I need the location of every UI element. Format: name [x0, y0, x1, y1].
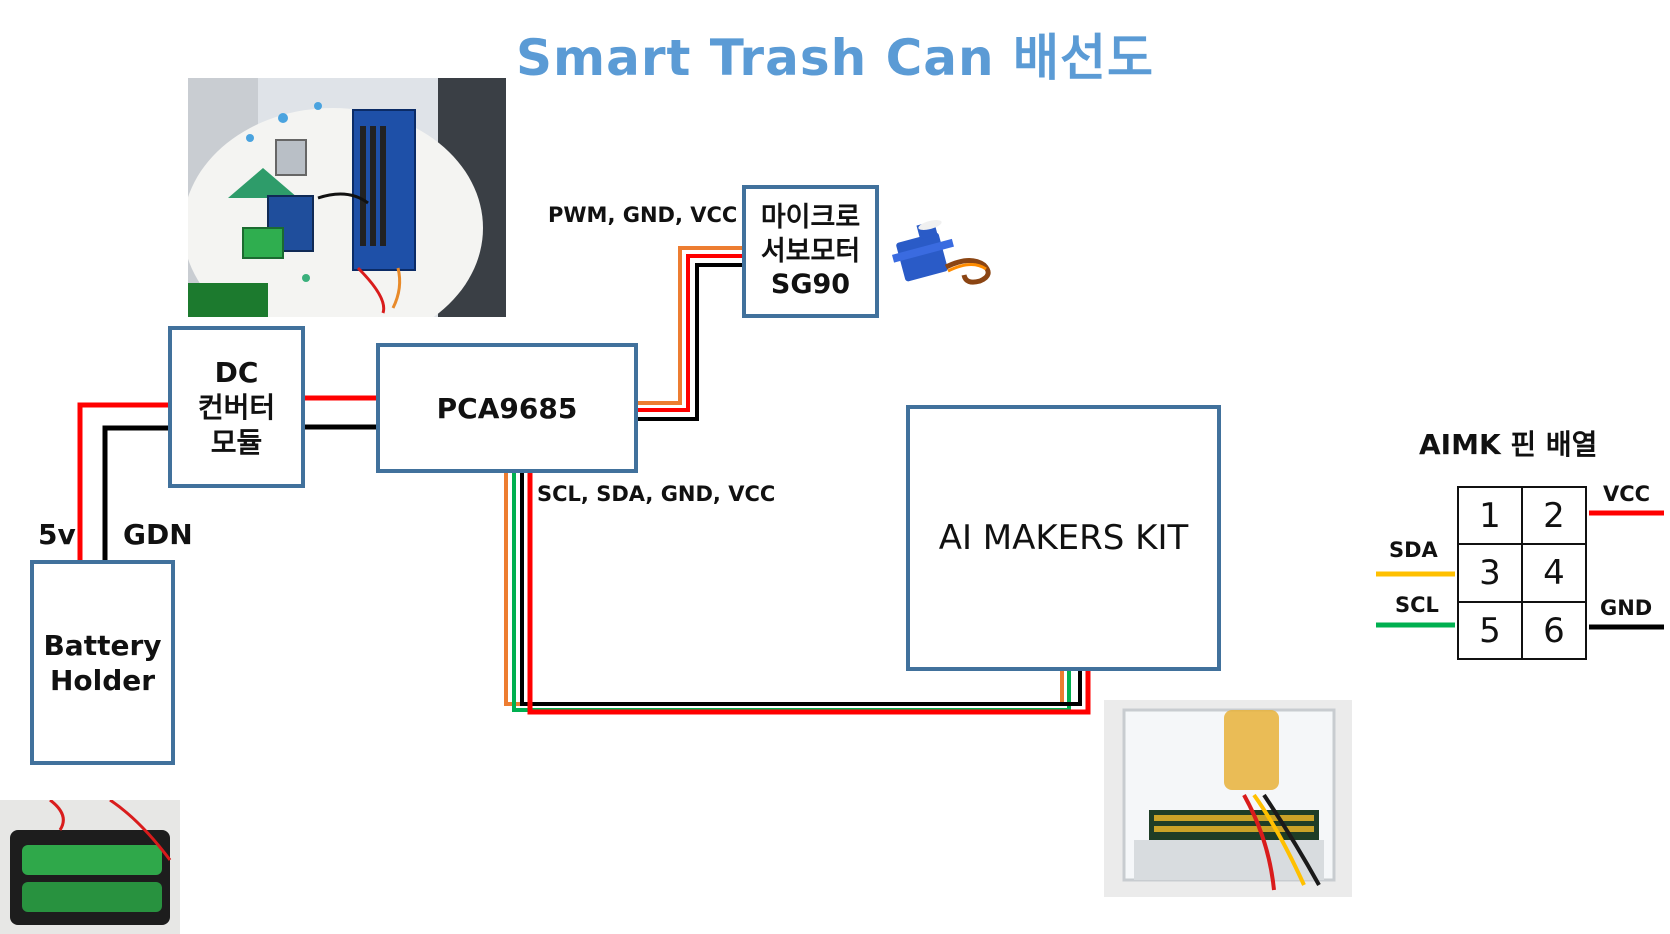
pca9685-block: PCA9685 [376, 343, 638, 473]
photo-dc-pca-art [188, 78, 506, 317]
servo-label-1: 마이크로 [760, 201, 861, 233]
dc-converter-block: DC 컨버터 모듈 [168, 326, 305, 488]
pinout-title: AIMK 핀 배열 [1419, 428, 1598, 461]
pin-1: 1 [1457, 486, 1522, 544]
servo-art [891, 220, 991, 285]
wire-servo-vcc [636, 254, 744, 412]
pin-label-gnd: GND [1600, 596, 1653, 620]
dc-label-3: 모듈 [210, 425, 263, 459]
pin-4: 4 [1522, 544, 1587, 602]
label-i2c-bus: SCL, SDA, GND, VCC [537, 482, 776, 506]
label-5v: 5v [38, 518, 76, 551]
label-gdn: GDN [123, 518, 193, 551]
servo-label-3: SG90 [770, 269, 851, 301]
pinout-grid: 1 2 3 4 5 6 [1457, 486, 1587, 660]
pin-3: 3 [1457, 544, 1522, 602]
label-servo-bus: PWM, GND, VCC [548, 203, 738, 227]
ai-makers-kit-block: AI MAKERS KIT [906, 405, 1221, 671]
pin-6: 6 [1522, 602, 1587, 660]
wire-servo-pwm [620, 246, 744, 405]
pin-label-sda: SDA [1389, 538, 1438, 562]
battery-label-2: Holder [49, 663, 156, 697]
ai-kit-label: AI MAKERS KIT [938, 517, 1189, 558]
battery-art [0, 800, 180, 934]
servo-label-2: 서보모터 [760, 235, 861, 267]
photo-servo [890, 215, 1002, 295]
kit-board-art [1104, 700, 1352, 897]
photo-dc-pca-board [188, 78, 506, 317]
pca-label: PCA9685 [436, 391, 578, 425]
pin-5: 5 [1457, 602, 1522, 660]
dc-label-1: DC [214, 355, 259, 389]
dc-label-2: 컨버터 [197, 390, 276, 424]
photo-battery-pack [0, 800, 180, 934]
pin-label-vcc: VCC [1603, 482, 1651, 506]
servo-block: 마이크로 서보모터 SG90 [742, 185, 879, 318]
wiring-diagram: Smart Trash Can 배선도 Battery Holder DC 컨버… [0, 0, 1670, 934]
battery-holder-block: Battery Holder [30, 560, 175, 765]
pin-label-scl: SCL [1395, 593, 1439, 617]
photo-kit-board [1104, 700, 1352, 897]
pin-2: 2 [1522, 486, 1587, 544]
battery-label-1: Battery [43, 628, 162, 662]
